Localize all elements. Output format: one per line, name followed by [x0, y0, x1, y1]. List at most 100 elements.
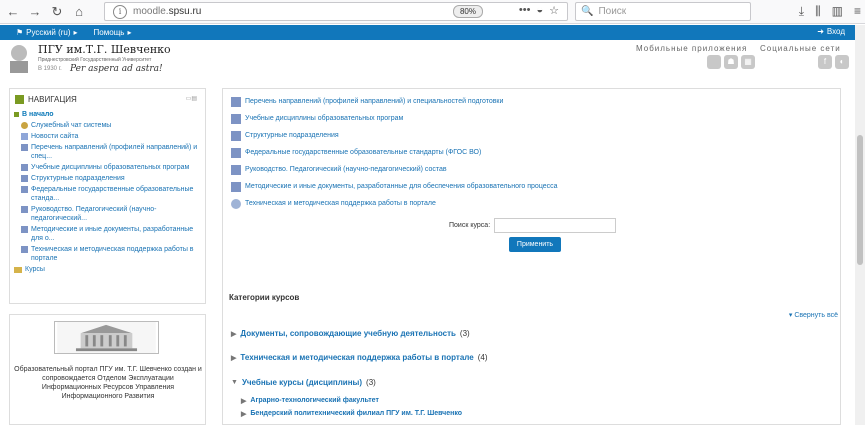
main-link[interactable]: Перечень направлений (профилей направлен…	[231, 93, 558, 110]
main-link[interactable]: Структурные подразделения	[231, 127, 558, 144]
category-label: Учебные курсы (дисциплины)	[241, 378, 363, 387]
forward-icon[interactable]: →	[26, 3, 44, 21]
subcategory-label: Аграрно-технологический факультет	[250, 397, 379, 404]
site-subtitle: Приднестровский Государственный Универси…	[38, 57, 152, 63]
site-name[interactable]: ПГУ им.Т.Г. Шевченко	[38, 43, 171, 56]
page-icon	[21, 246, 28, 253]
category-count: (4)	[477, 353, 488, 362]
social-label: Социальные сети	[760, 44, 841, 53]
main-link[interactable]: Федеральные государственные образователь…	[231, 144, 558, 161]
search-course-label: Поиск курса:	[449, 222, 491, 229]
pocket-icon[interactable]: ◒	[536, 4, 543, 17]
help-menu[interactable]: Помощь ▸	[94, 28, 132, 37]
nav-item-news[interactable]: Новости сайта	[21, 132, 202, 141]
course-search: Поиск курса:	[449, 218, 617, 233]
nav-item-label: Руководство. Педагогический (научно-педа…	[31, 206, 157, 222]
subcategory-item[interactable]: ▶ Бендерский политехнический филиал ПГУ …	[241, 410, 462, 418]
category-item[interactable]: ▼ Учебные курсы (дисциплины) (3)	[231, 378, 376, 387]
site-info-icon[interactable]: i	[113, 4, 127, 19]
sidebar-icon[interactable]: ▥	[832, 4, 843, 19]
address-bar[interactable]: i moodle. spsu.ru 80% ••• ◒ ☆	[104, 2, 568, 21]
page-icon	[231, 164, 241, 175]
nav-item-support[interactable]: Техническая и методическая поддержка раб…	[21, 245, 202, 263]
main-link[interactable]: Руководство. Педагогический (научно-педа…	[231, 161, 558, 178]
category-count: (3)	[366, 378, 376, 387]
page-icon	[231, 130, 241, 141]
nav-item-label: Техническая и методическая поддержка раб…	[31, 246, 194, 262]
page-icon	[21, 186, 28, 193]
nav-item-documents[interactable]: Методические и иные документы, разработа…	[21, 225, 202, 243]
login-link[interactable]: ➜ Вход	[817, 27, 845, 36]
page-actions-icon[interactable]: •••	[519, 4, 531, 17]
home-bullet-icon	[14, 112, 19, 117]
main-link-label: Федеральные государственные образователь…	[245, 148, 482, 156]
facebook-icon[interactable]: f	[818, 55, 832, 69]
category-label: Техническая и методическая поддержка раб…	[240, 353, 474, 362]
login-icon: ➜	[817, 27, 824, 36]
mobile-apps-label: Мобильные приложения	[636, 44, 748, 53]
main-link-label: Методические и иные документы, разработа…	[245, 182, 558, 190]
library-icon[interactable]: ⫼	[815, 4, 821, 19]
collapse-all-label: Свернуть всё	[794, 312, 838, 319]
back-icon[interactable]: ←	[4, 3, 22, 21]
nav-item-directions[interactable]: Перечень направлений (профилей направлен…	[21, 143, 202, 161]
login-label: Вход	[826, 27, 845, 36]
browser-toolbar: ← → ↻ ⌂ i moodle. spsu.ru 80% ••• ◒ ☆ 🔍 П…	[0, 0, 865, 24]
nav-item-departments[interactable]: Структурные подразделения	[21, 174, 202, 183]
university-building-logo	[54, 321, 159, 354]
windows-icon[interactable]: ▦	[741, 55, 755, 69]
university-logo[interactable]	[3, 42, 35, 74]
zoom-level[interactable]: 80%	[452, 5, 483, 18]
main-link[interactable]: Методические и иные документы, разработа…	[231, 178, 558, 195]
nav-courses[interactable]: Курсы	[14, 265, 202, 274]
nav-item-disciplines[interactable]: Учебные дисциплины образовательных прогр…	[21, 163, 202, 172]
nav-item-label: Методические и иные документы, разработа…	[31, 226, 194, 242]
category-item[interactable]: ▶ Документы, сопровождающие учебную деят…	[231, 329, 470, 338]
search-icon: 🔍	[581, 6, 594, 17]
nav-item-staff[interactable]: Руководство. Педагогический (научно-педа…	[21, 205, 202, 223]
vk-icon[interactable]: ◐	[835, 55, 849, 69]
category-item[interactable]: ▶ Техническая и методическая поддержка р…	[231, 353, 487, 362]
main-link-label: Техническая и методическая поддержка раб…	[245, 199, 436, 207]
page-icon	[231, 113, 241, 124]
caret-down-icon: ▼	[231, 379, 238, 386]
page-scrollbar[interactable]	[855, 25, 865, 425]
category-count: (3)	[459, 329, 470, 338]
page-icon	[231, 147, 241, 158]
nav-item-label: Федеральные государственные образователь…	[31, 186, 194, 202]
main-content: Перечень направлений (профилей направлен…	[222, 88, 841, 425]
subcategory-item[interactable]: ▶ Аграрно-технологический факультет	[241, 397, 379, 405]
android-icon[interactable]: ☗	[724, 55, 738, 69]
navigation-block: НАВИГАЦИЯ ▭▤ В начало Служебный чат сист…	[9, 88, 206, 304]
menu-icon[interactable]: ≡	[854, 4, 861, 19]
main-links-list: Перечень направлений (профилей направлен…	[231, 93, 558, 212]
apple-icon[interactable]	[707, 55, 721, 69]
language-menu[interactable]: ⚑ Русский (ru) ▸	[16, 28, 78, 37]
bookmark-star-icon[interactable]: ☆	[549, 4, 559, 17]
nav-block-title: НАВИГАЦИЯ	[15, 95, 77, 104]
caret-right-icon: ▶	[241, 411, 247, 418]
support-icon	[231, 198, 241, 209]
main-link[interactable]: Учебные дисциплины образовательных прогр…	[231, 110, 558, 127]
downloads-icon[interactable]: ⤓	[799, 4, 804, 19]
block-actions-icon[interactable]: ▭▤	[186, 95, 197, 102]
navigation-icon	[15, 95, 24, 104]
home-icon[interactable]: ⌂	[70, 3, 88, 21]
browser-search-input[interactable]: 🔍 Поиск	[575, 2, 751, 21]
course-search-input[interactable]	[494, 218, 617, 233]
nav-item-standards[interactable]: Федеральные государственные образователь…	[21, 185, 202, 203]
nav-home[interactable]: В начало	[14, 110, 202, 119]
nav-title-label: НАВИГАЦИЯ	[28, 95, 77, 104]
nav-item-chat[interactable]: Служебный чат системы	[21, 121, 202, 130]
main-link[interactable]: Техническая и методическая поддержка раб…	[231, 195, 558, 212]
page-icon	[21, 175, 28, 182]
site-since: В 1930 г.	[38, 66, 62, 72]
info-block: Образовательный портал ПГУ им. Т.Г. Шевч…	[9, 314, 206, 425]
collapse-all-link[interactable]: ▾ Свернуть всё	[789, 311, 838, 319]
apply-button[interactable]: Применить	[509, 237, 561, 252]
info-text: Образовательный портал ПГУ им. Т.Г. Шевч…	[14, 366, 202, 400]
caret-right-icon: ▶	[241, 398, 247, 405]
scrollbar-thumb[interactable]	[857, 135, 863, 265]
reload-icon[interactable]: ↻	[48, 3, 66, 21]
page-icon	[21, 144, 28, 151]
